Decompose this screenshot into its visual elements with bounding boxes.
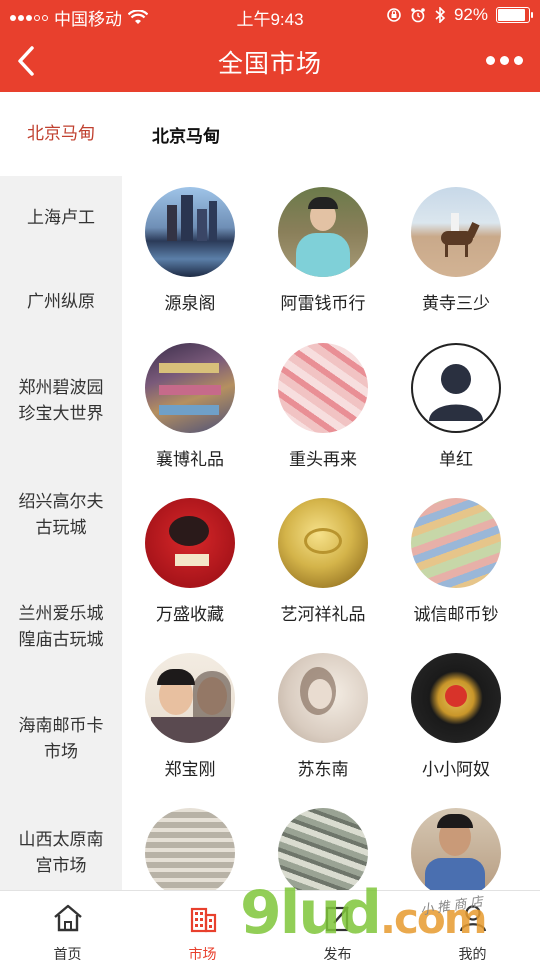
shop-avatar-banknote-bundles [145,808,235,890]
shop-name: 郑宝刚 [164,760,216,779]
shop-card[interactable]: 艺河祥礼品 [258,498,388,625]
shop-name: 阿雷钱币行 [280,294,366,313]
bluetooth-icon [435,7,446,23]
shop-card[interactable]: 小小阿奴 [391,653,521,780]
default-user-avatar-icon [411,343,501,433]
shop-card[interactable] [391,808,521,890]
more-dots-icon[interactable] [486,50,524,70]
status-right: 92% [386,5,533,25]
sidebar-item-label: 上海卢工 [27,208,95,227]
sidebar-item-guangzhou-zongyuan[interactable]: 广州纵原 [0,260,122,344]
page-title: 全国市场 [217,50,322,78]
shop-avatar-horse-rider [411,187,501,277]
tab-bar: 首页 市场 发布 我的 [0,890,540,960]
tab-mine[interactable]: 我的 [405,891,540,960]
shop-avatar-banknote-stack [278,808,368,890]
shop-name: 诚信邮币钞 [413,605,499,624]
building-icon [190,907,216,933]
sidebar-item-label: 郑州碧波园珍宝大世界 [18,378,104,423]
shop-avatar-stamps-banknotes [411,498,501,588]
shop-avatar-city-night [145,187,235,277]
shop-card[interactable]: 黄寺三少 [391,187,521,314]
shop-name: 源泉阁 [164,294,216,313]
sidebar-item-label: 广州纵原 [27,292,95,311]
sidebar-item-label: 山西太原南宫市场 [18,830,104,875]
user-icon [459,905,486,932]
shop-avatar-couple [145,653,235,743]
edit-icon [325,906,349,932]
shop-card[interactable]: 万盛收藏 [125,498,255,625]
sidebar: 北京马甸 上海卢工 广州纵原 郑州碧波园珍宝大世界 绍兴高尔夫古玩城 兰州爱乐城… [0,92,122,890]
tab-publish[interactable]: 发布 [270,891,405,960]
shop-card[interactable] [258,808,388,890]
sidebar-item-label: 绍兴高尔夫古玩城 [18,492,104,537]
shop-card[interactable]: 阿雷钱币行 [258,187,388,314]
shop-avatar-woman-portrait [278,653,368,743]
status-bar: 中国移动 上午9:43 92% [0,0,540,30]
sidebar-item-beijing-madian[interactable]: 北京马甸 [0,92,122,176]
shop-name: 小小阿奴 [422,760,490,779]
shop-avatar-gold-rooster-coin [411,653,501,743]
sidebar-item-shanxi-taiyuan[interactable]: 山西太原南宫市场 [0,808,122,898]
sidebar-item-label: 北京马甸 [27,124,95,143]
home-icon [53,904,82,932]
section-title: 北京马甸 [152,127,220,146]
shop-avatar-banknotes [278,343,368,433]
shop-avatar-person [278,187,368,277]
shop-card[interactable] [125,808,255,890]
shop-avatar-gold-coin [278,498,368,588]
tab-label: 发布 [323,946,352,960]
shop-name: 重头再来 [289,450,357,469]
tab-label: 市场 [188,946,217,960]
sidebar-item-shaoxing[interactable]: 绍兴高尔夫古玩城 [0,470,122,560]
sidebar-item-zhengzhou[interactable]: 郑州碧波园珍宝大世界 [0,356,122,446]
shop-name: 单红 [439,450,473,469]
shop-card[interactable]: 源泉阁 [125,187,255,314]
tab-home[interactable]: 首页 [0,891,135,960]
shop-card[interactable]: 苏东南 [258,653,388,780]
sidebar-item-lanzhou[interactable]: 兰州爱乐城隍庙古玩城 [0,582,122,672]
tab-label: 首页 [53,946,82,960]
shop-card[interactable]: 单红 [391,343,521,470]
sidebar-item-label: 海南邮币卡市场 [18,716,104,761]
shop-avatar-man-at-table [411,808,501,890]
shop-name: 艺河祥礼品 [280,605,366,624]
shop-name: 苏东南 [297,760,349,779]
market-content: 北京马甸 源泉阁 阿雷钱币行 黄寺三少 襄博礼品 重头再来 单红 万盛收藏 艺河… [122,92,540,890]
orientation-lock-icon [387,8,401,22]
shop-name: 万盛收藏 [156,605,224,624]
shop-avatar-shop-shelves [145,343,235,433]
nav-bar: 全国市场 [0,30,540,92]
shop-avatar-rooster-2017 [145,498,235,588]
tab-label: 我的 [458,946,487,960]
tab-market[interactable]: 市场 [135,891,270,960]
sidebar-item-shanghai-lugong[interactable]: 上海卢工 [0,176,122,260]
alarm-icon [411,8,425,23]
shop-name: 黄寺三少 [422,294,490,313]
battery-icon [496,7,533,23]
shop-card[interactable]: 诚信邮币钞 [391,498,521,625]
battery-percent: 92% [453,5,488,24]
sidebar-item-label: 兰州爱乐城隍庙古玩城 [18,604,104,649]
sidebar-item-hainan[interactable]: 海南邮币卡市场 [0,694,122,784]
shop-name: 襄博礼品 [156,450,224,469]
shop-card[interactable]: 襄博礼品 [125,343,255,470]
shop-card[interactable]: 重头再来 [258,343,388,470]
shop-card[interactable]: 郑宝刚 [125,653,255,780]
